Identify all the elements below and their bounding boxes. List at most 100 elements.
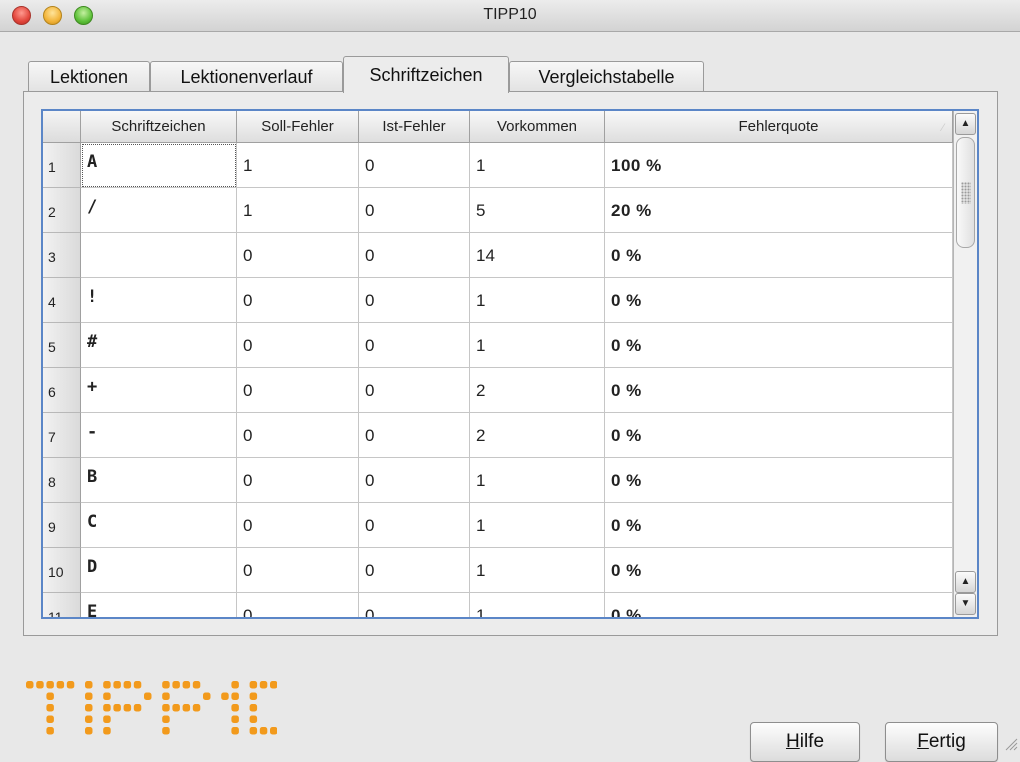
vertical-scrollbar[interactable]: ▲ ▲ ▼ [953,111,977,617]
cell-vorkommen[interactable]: 1 [470,458,605,503]
cell-schriftzeichen[interactable]: # [81,323,237,368]
done-button-mnemonic: F [917,731,929,752]
cell-vorkommen[interactable]: 5 [470,188,605,233]
scrollbar-thumb[interactable] [956,137,975,248]
column-header-fehlerquote[interactable]: Fehlerquote ⁄ [605,111,953,143]
cell-vorkommen[interactable]: 1 [470,278,605,323]
row-header[interactable]: 7 [43,413,81,458]
resize-grip-icon[interactable] [1004,737,1018,751]
cell-fehlerquote[interactable]: 0 % [605,548,953,593]
cell-soll-fehler[interactable]: 0 [237,278,359,323]
cell-vorkommen[interactable]: 1 [470,143,605,188]
cell-schriftzeichen[interactable]: + [81,368,237,413]
cell-vorkommen[interactable]: 1 [470,593,605,617]
column-header-ist-fehler[interactable]: Ist-Fehler [359,111,470,143]
cell-schriftzeichen[interactable]: D [81,548,237,593]
cell-soll-fehler[interactable]: 1 [237,143,359,188]
row-header[interactable]: 8 [43,458,81,503]
character-statistics-table[interactable]: Schriftzeichen Soll-Fehler Ist-Fehler Vo… [41,109,979,619]
cell-fehlerquote[interactable]: 0 % [605,278,953,323]
row-header[interactable]: 10 [43,548,81,593]
cell-ist-fehler[interactable]: 0 [359,368,470,413]
cell-fehlerquote[interactable]: 20 % [605,188,953,233]
cell-schriftzeichen[interactable]: ! [81,278,237,323]
scroll-up-icon[interactable]: ▲ [955,571,976,593]
help-button-label: ilfe [799,731,825,752]
cell-soll-fehler[interactable]: 0 [237,503,359,548]
table-row[interactable]: 3 0 0 14 0 % [43,233,953,278]
scroll-up-top-icon[interactable]: ▲ [955,113,976,135]
cell-fehlerquote[interactable]: 0 % [605,233,953,278]
row-header[interactable]: 1 [43,143,81,188]
column-header-vorkommen[interactable]: Vorkommen [470,111,605,143]
cell-schriftzeichen[interactable]: / [81,188,237,233]
table-row[interactable]: 7-0020 % [43,413,953,458]
cell-ist-fehler[interactable]: 0 [359,503,470,548]
cell-schriftzeichen[interactable] [81,233,237,278]
tab-panel-schriftzeichen: Schriftzeichen Soll-Fehler Ist-Fehler Vo… [23,91,998,636]
cell-vorkommen[interactable]: 1 [470,323,605,368]
cell-fehlerquote[interactable]: 0 % [605,458,953,503]
row-header[interactable]: 9 [43,503,81,548]
table-row[interactable]: 2/1 0 5 20 % [43,188,953,233]
table-row[interactable]: 11 E 0 0 1 0 % [43,593,953,617]
cell-ist-fehler[interactable]: 0 [359,278,470,323]
table-row[interactable]: 6 +0 0 2 0 % [43,368,953,413]
row-header[interactable]: 5 [43,323,81,368]
cell-ist-fehler[interactable]: 0 [359,143,470,188]
column-header-schriftzeichen[interactable]: Schriftzeichen [81,111,237,143]
cell-schriftzeichen[interactable]: C [81,503,237,548]
cell-fehlerquote[interactable]: 0 % [605,323,953,368]
cell-soll-fehler[interactable]: 0 [237,368,359,413]
cell-soll-fehler[interactable]: 1 [237,188,359,233]
table-corner-button[interactable] [43,111,81,143]
tab-lektionenverlauf[interactable]: Lektionenverlauf [150,61,343,92]
cell-fehlerquote[interactable]: 0 % [605,368,953,413]
table-row[interactable]: 5 #0 0 1 0 % [43,323,953,368]
table-row[interactable]: 4! 0 0 1 0 % [43,278,953,323]
cell-fehlerquote[interactable]: 0 % [605,413,953,458]
cell-schriftzeichen[interactable]: B [81,458,237,503]
cell-ist-fehler[interactable]: 0 [359,548,470,593]
cell-soll-fehler[interactable]: 0 [237,548,359,593]
cell-soll-fehler[interactable]: 0 [237,233,359,278]
help-button[interactable]: Hilfe [750,722,860,762]
scroll-down-icon[interactable]: ▼ [955,593,976,615]
cell-soll-fehler[interactable]: 0 [237,593,359,617]
tab-schriftzeichen[interactable]: Schriftzeichen [343,56,509,93]
row-header[interactable]: 4 [43,278,81,323]
cell-schriftzeichen[interactable]: E [81,593,237,617]
cell-soll-fehler[interactable]: 0 [237,323,359,368]
cell-vorkommen[interactable]: 2 [470,368,605,413]
cell-vorkommen[interactable]: 1 [470,503,605,548]
table-row[interactable]: 9C0010 % [43,503,953,548]
cell-ist-fehler[interactable]: 0 [359,413,470,458]
cell-soll-fehler[interactable]: 0 [237,413,359,458]
cell-ist-fehler[interactable]: 0 [359,323,470,368]
sort-indicator-icon: ⁄ [942,122,944,134]
done-button[interactable]: Fertig [885,722,998,762]
cell-ist-fehler[interactable]: 0 [359,593,470,617]
cell-fehlerquote[interactable]: 100 % [605,143,953,188]
table-row[interactable]: 10 D 0 0 1 0 % [43,548,953,593]
row-header[interactable]: 3 [43,233,81,278]
cell-ist-fehler[interactable]: 0 [359,188,470,233]
row-header[interactable]: 11 [43,593,81,617]
tab-lektionen[interactable]: Lektionen [28,61,150,92]
column-header-soll-fehler[interactable]: Soll-Fehler [237,111,359,143]
cell-ist-fehler[interactable]: 0 [359,458,470,503]
cell-fehlerquote[interactable]: 0 % [605,503,953,548]
cell-ist-fehler[interactable]: 0 [359,233,470,278]
row-header[interactable]: 6 [43,368,81,413]
cell-schriftzeichen[interactable]: - [81,413,237,458]
cell-soll-fehler[interactable]: 0 [237,458,359,503]
tab-vergleichstabelle[interactable]: Vergleichstabelle [509,61,704,92]
cell-vorkommen[interactable]: 1 [470,548,605,593]
row-header[interactable]: 2 [43,188,81,233]
table-row[interactable]: 8B0010 % [43,458,953,503]
cell-fehlerquote[interactable]: 0 % [605,593,953,617]
cell-vorkommen[interactable]: 14 [470,233,605,278]
cell-vorkommen[interactable]: 2 [470,413,605,458]
cell-schriftzeichen[interactable]: A [81,143,237,188]
table-row[interactable]: 1 A 1 0 1 100 % [43,143,953,188]
